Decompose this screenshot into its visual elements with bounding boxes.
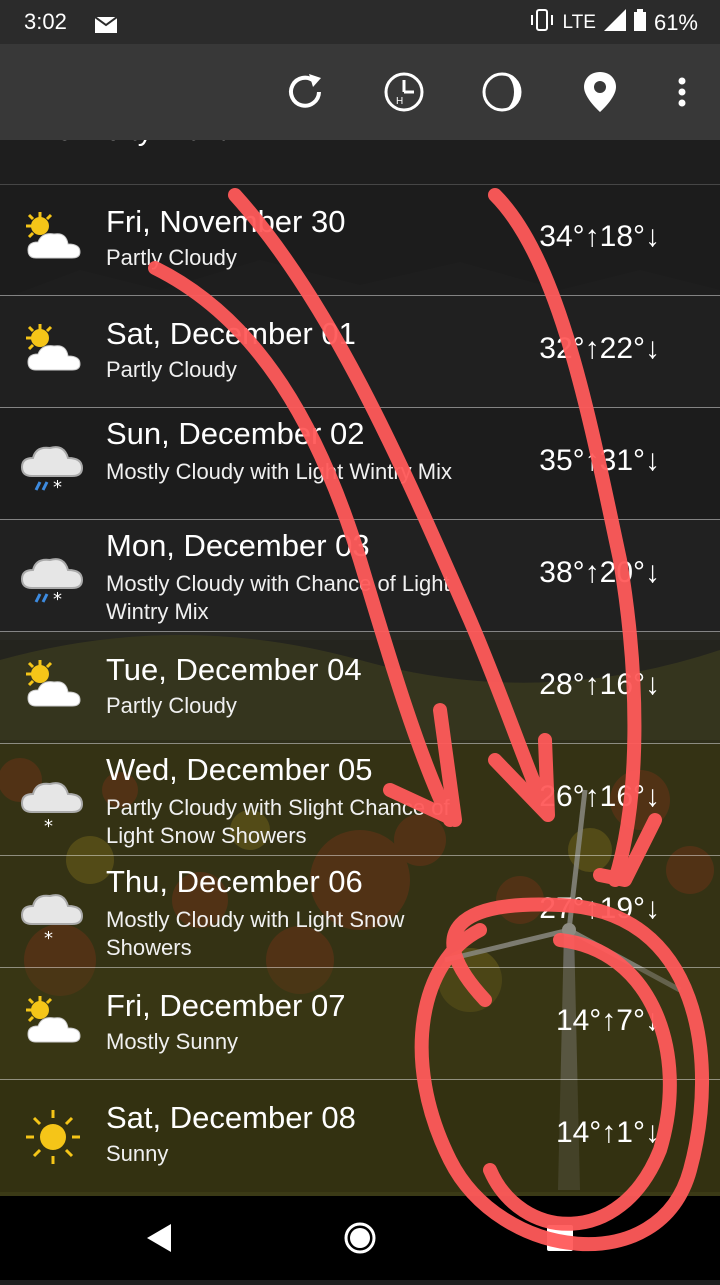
snow-showers-icon: * — [18, 766, 88, 837]
signal-icon — [603, 9, 626, 37]
forecast-row[interactable]: * Sun, December 02 Mostly Cloudy with Li… — [0, 408, 720, 520]
refresh-icon[interactable] — [281, 68, 329, 116]
history-clock-icon[interactable]: H — [380, 68, 428, 116]
forecast-temps: 38°↑20°↓ — [539, 556, 660, 589]
forecast-temps: 14°↑7°↓ — [555, 1004, 660, 1037]
recents-icon[interactable] — [536, 1214, 584, 1262]
location-pin-icon[interactable] — [576, 68, 624, 116]
moon-phase-icon[interactable] — [478, 68, 526, 116]
forecast-date: Fri, November 30 — [106, 204, 346, 239]
forecast-list: Fri, November 30 Partly Cloudy 34°↑18°↓ … — [0, 184, 720, 1192]
forecast-row[interactable]: * Wed, December 05 Partly Cloudy with Sl… — [0, 744, 720, 856]
forecast-condition: Partly Cloudy — [106, 693, 237, 718]
svg-text:*: * — [53, 589, 62, 610]
forecast-temps: 14°↑1°↓ — [555, 1116, 660, 1149]
home-icon[interactable] — [336, 1214, 384, 1262]
forecast-row[interactable]: * Thu, December 06 Mostly Cloudy with Li… — [0, 856, 720, 968]
forecast-date: Sat, December 01 — [106, 316, 356, 351]
forecast-temps: 28°↑16°↓ — [539, 668, 660, 701]
partly-cloudy-icon — [18, 318, 88, 388]
svg-text:*: * — [44, 816, 53, 836]
forecast-condition: Partly Cloudy — [106, 357, 237, 382]
forecast-temps: 35°↑31°↓ — [539, 444, 660, 477]
mail-notification-icon — [94, 13, 118, 39]
status-time: 3:02 — [24, 9, 67, 34]
forecast-temps: 32°↑22°↓ — [539, 332, 660, 365]
forecast-row[interactable]: * Mon, December 03 Mostly Cloudy with Ch… — [0, 520, 720, 632]
forecast-date: Thu, December 06 — [106, 864, 363, 899]
snow-showers-icon: * — [18, 878, 88, 949]
status-bar: 3:02 LTE 61% — [0, 0, 720, 44]
forecast-row[interactable]: Fri, November 30 Partly Cloudy 34°↑18°↓ — [0, 184, 720, 296]
system-nav-bar — [0, 1196, 720, 1280]
app-bar: H — [0, 44, 720, 140]
svg-text:*: * — [53, 477, 62, 498]
battery-icon — [633, 9, 646, 37]
partly-cloudy-icon — [18, 990, 88, 1060]
forecast-date: Sat, December 08 — [106, 1100, 356, 1135]
svg-text:H: H — [396, 96, 403, 107]
forecast-condition: Partly Cloudy — [106, 245, 237, 270]
forecast-row[interactable]: Fri, December 07 Mostly Sunny 14°↑7°↓ — [0, 968, 720, 1080]
partly-cloudy-icon — [18, 654, 88, 724]
forecast-condition: Mostly Cloudy with Light Wintry Mix — [106, 459, 452, 484]
forecast-row[interactable]: Tue, December 04 Partly Cloudy 28°↑16°↓ — [0, 632, 720, 744]
partly-cloudy-icon — [18, 206, 88, 276]
network-type: LTE — [562, 12, 596, 33]
forecast-condition: Sunny — [106, 1141, 169, 1166]
forecast-condition: Mostly Cloudy with Chance of Light Wintr… — [106, 571, 450, 624]
vibrate-icon — [529, 9, 555, 37]
wintry-mix-icon: * — [18, 542, 88, 612]
forecast-condition: Partly Cloudy with Slight Chance of Ligh… — [106, 795, 450, 848]
forecast-row[interactable]: Sat, December 01 Partly Cloudy 32°↑22°↓ — [0, 296, 720, 408]
svg-text:*: * — [44, 928, 53, 948]
forecast-date: Tue, December 04 — [106, 652, 362, 687]
forecast-temps: 26°↑16°↓ — [539, 780, 660, 813]
forecast-date: Wed, December 05 — [106, 752, 373, 787]
forecast-row[interactable]: Sat, December 08 Sunny 14°↑1°↓ — [0, 1080, 720, 1192]
forecast-condition: Mostly Sunny — [106, 1029, 239, 1054]
battery-level: 61% — [653, 10, 698, 35]
forecast-temps: 34°↑18°↓ — [539, 220, 660, 253]
more-vert-icon[interactable] — [658, 68, 706, 116]
forecast-condition: Mostly Cloudy with Light Snow Showers — [106, 907, 405, 960]
sun-icon — [18, 1102, 88, 1172]
forecast-date: Sun, December 02 — [106, 416, 365, 451]
forecast-date: Mon, December 03 — [106, 528, 370, 563]
forecast-date: Fri, December 07 — [106, 988, 346, 1023]
back-icon[interactable] — [136, 1214, 184, 1262]
forecast-temps: 27°↑19°↓ — [539, 892, 660, 925]
wintry-mix-icon: * — [18, 430, 88, 500]
